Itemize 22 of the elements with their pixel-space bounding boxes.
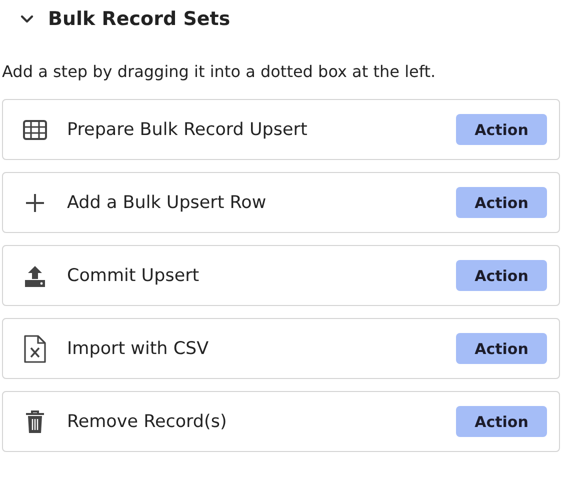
step-card[interactable]: Remove Record(s) Action: [2, 391, 560, 452]
trash-icon: [25, 410, 45, 434]
step-label: Remove Record(s): [67, 412, 228, 432]
action-badge: Action: [456, 114, 547, 145]
action-badge: Action: [456, 187, 547, 218]
action-badge: Action: [456, 260, 547, 291]
step-card[interactable]: Import with CSV Action: [2, 318, 560, 379]
table-icon: [23, 120, 47, 140]
step-card[interactable]: Prepare Bulk Record Upsert Action: [2, 99, 560, 160]
step-card[interactable]: Commit Upsert Action: [2, 245, 560, 306]
step-label: Import with CSV: [67, 338, 210, 358]
upload-icon: [23, 264, 47, 288]
plus-icon: [25, 192, 45, 212]
action-badge: Action: [456, 406, 547, 437]
section-title: Bulk Record Sets: [48, 8, 230, 30]
step-card[interactable]: Add a Bulk Upsert Row Action: [2, 172, 560, 233]
action-badge: Action: [456, 333, 547, 364]
step-label: Add a Bulk Upsert Row: [67, 192, 268, 212]
step-label: Commit Upsert: [67, 266, 200, 286]
step-label: Prepare Bulk Record Upsert: [67, 120, 308, 140]
file-icon: [24, 334, 46, 362]
hint-text: Add a step by dragging it into a dotted box at the left.: [2, 61, 437, 83]
